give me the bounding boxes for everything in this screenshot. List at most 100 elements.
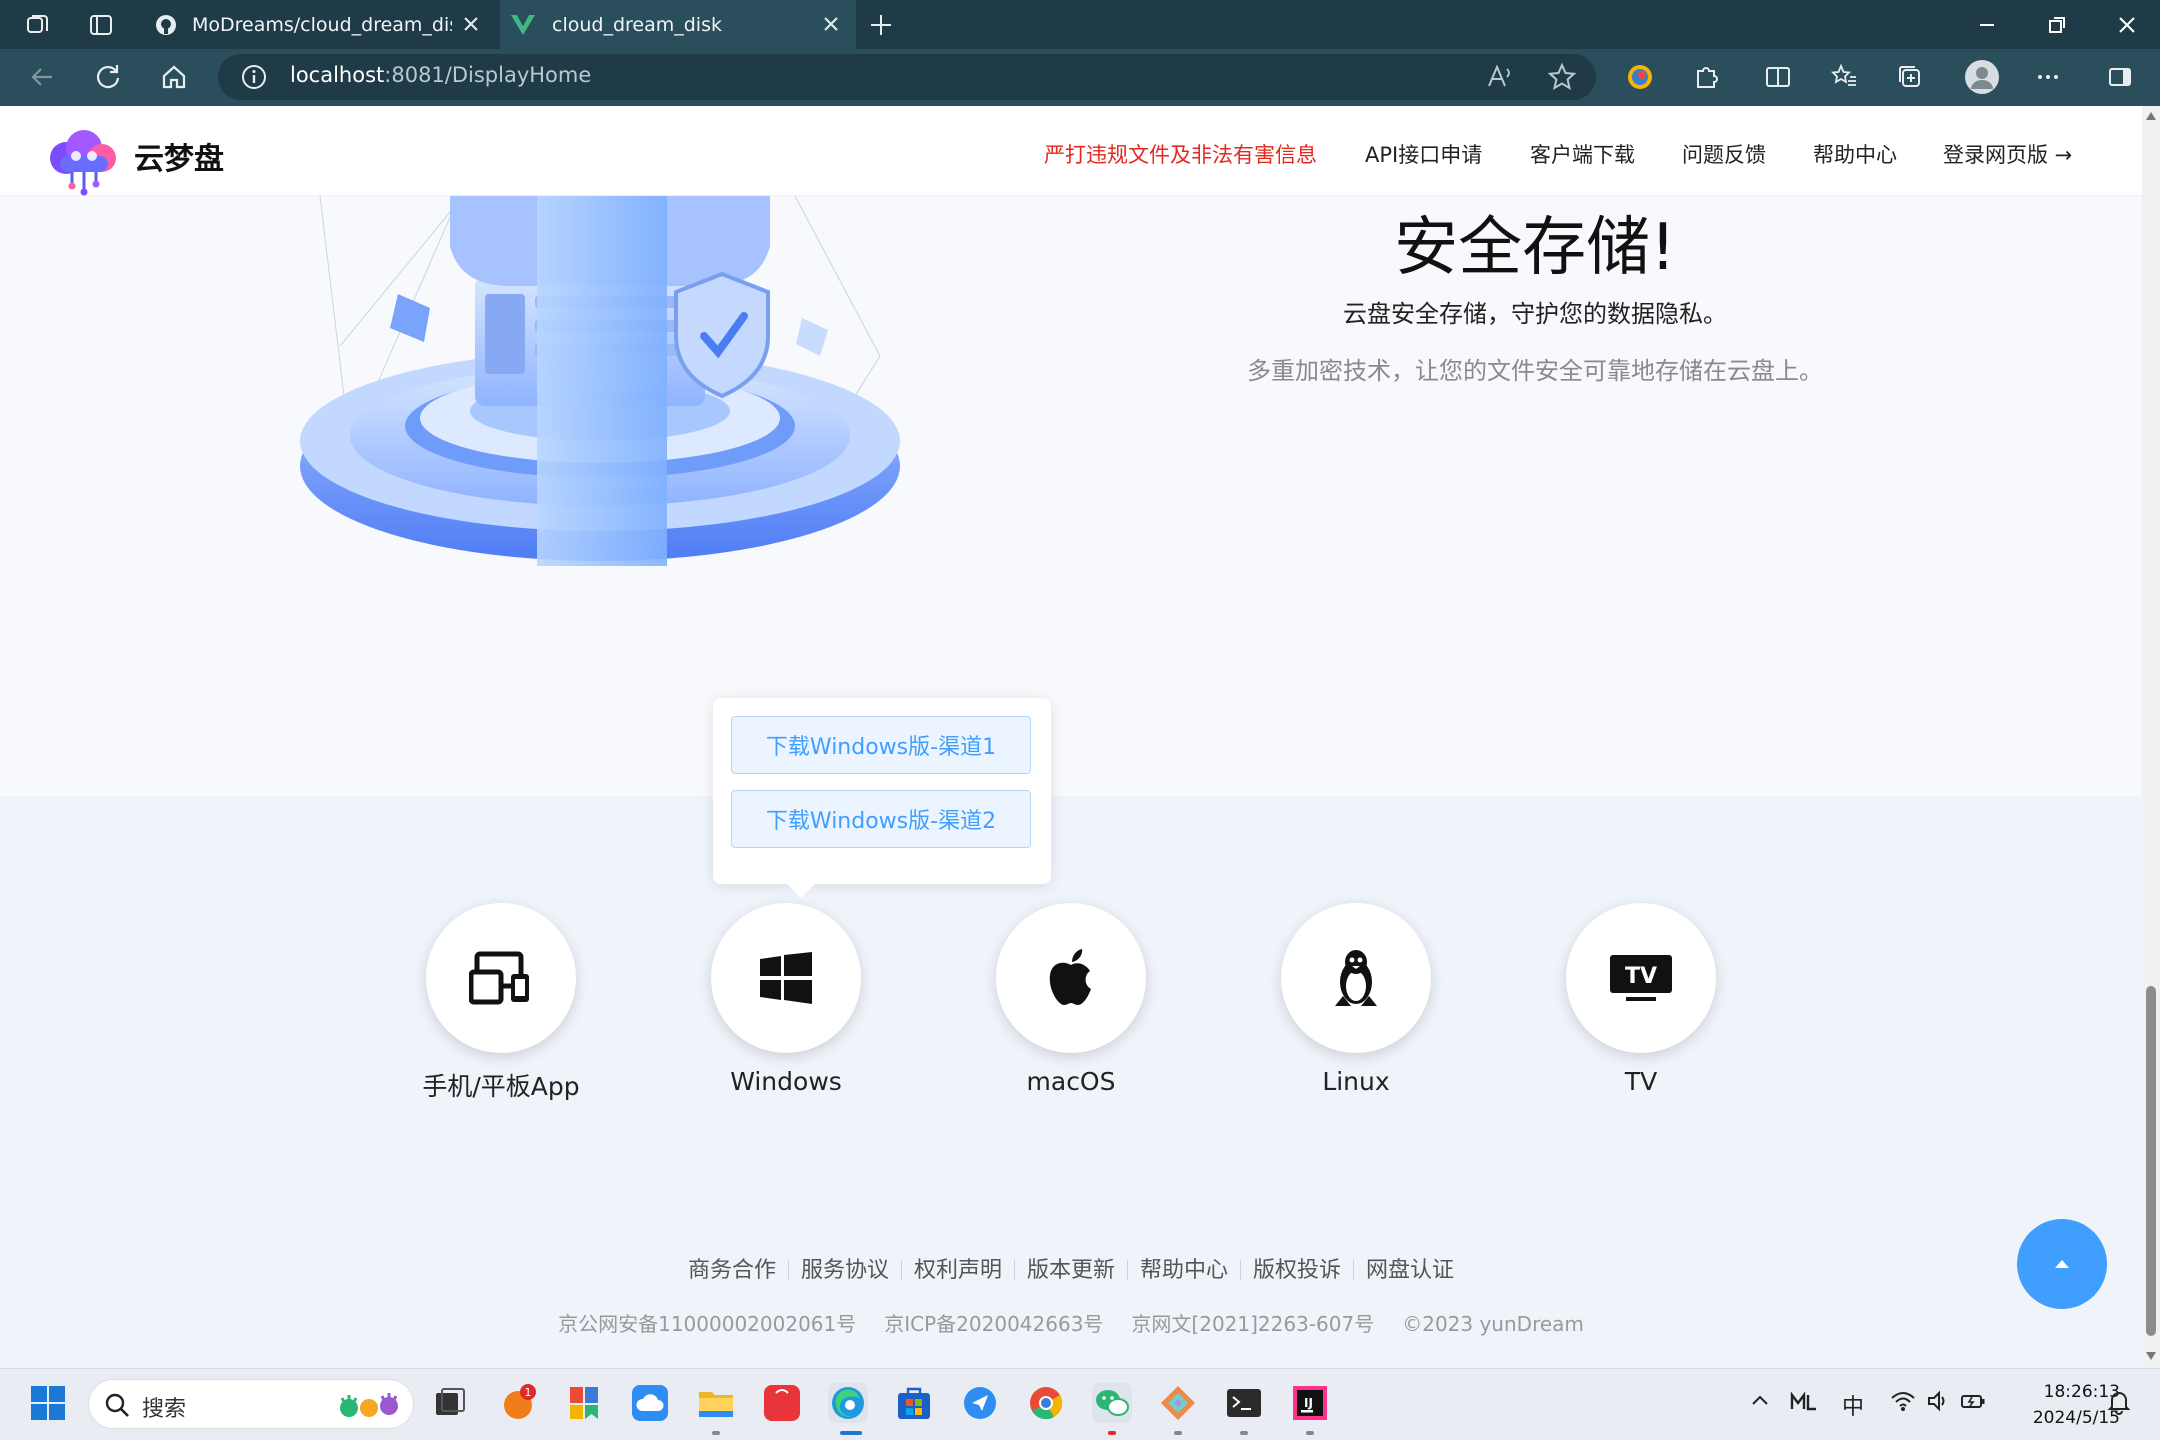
- platform-mobile-label: 手机/平板App: [422, 1072, 580, 1101]
- footer-link-copyright-complaint[interactable]: 版权投诉: [1253, 1258, 1341, 1283]
- split-screen-icon[interactable]: [1762, 61, 1794, 93]
- footer-link-service-agreement[interactable]: 服务协议: [801, 1258, 889, 1283]
- colorful-bookmark-app-icon[interactable]: [564, 1383, 604, 1423]
- home-icon[interactable]: [158, 61, 190, 93]
- footer-link-business[interactable]: 商务合作: [688, 1258, 776, 1283]
- task-view-icon[interactable]: [430, 1383, 470, 1423]
- terminal-icon[interactable]: [1224, 1383, 1264, 1423]
- chrome-icon[interactable]: [1026, 1383, 1066, 1423]
- back-to-top-button[interactable]: [2017, 1219, 2107, 1309]
- divider: [1127, 1260, 1128, 1280]
- volume-icon[interactable]: [1926, 1389, 1950, 1413]
- page-scrollbar[interactable]: [2142, 106, 2160, 1368]
- download-windows-channel-1-button[interactable]: 下载Windows版-渠道1: [731, 716, 1031, 774]
- collections-icon[interactable]: [1894, 61, 1926, 93]
- restore-icon[interactable]: [2042, 10, 2072, 40]
- back-icon[interactable]: [26, 61, 58, 93]
- site-header: 云梦盘 严打违规文件及非法有害信息 API接口申请 客户端下载 问题反馈 帮助中…: [0, 106, 2142, 196]
- new-tab-icon[interactable]: [866, 10, 896, 40]
- minimize-icon[interactable]: [1972, 10, 2002, 40]
- more-menu-icon[interactable]: [2032, 61, 2064, 93]
- platform-tv-button[interactable]: TV: [1566, 903, 1716, 1053]
- svg-text:IJ: IJ: [1304, 1396, 1313, 1410]
- download-windows-channel-2-button[interactable]: 下载Windows版-渠道2: [731, 790, 1031, 848]
- show-hidden-icons-chevron-icon[interactable]: [1748, 1389, 1772, 1413]
- microsoft-store-icon[interactable]: [894, 1383, 934, 1423]
- close-tab-icon[interactable]: [820, 13, 842, 35]
- orange-app-icon[interactable]: 1: [498, 1383, 538, 1423]
- platform-windows-button[interactable]: [711, 903, 861, 1053]
- running-indicator: [1174, 1431, 1182, 1435]
- footer-link-updates[interactable]: 版本更新: [1027, 1258, 1115, 1283]
- culture-license-number: 京网文[2021]2263-607号: [1131, 1312, 1375, 1336]
- platform-linux-label: Linux: [1322, 1067, 1390, 1096]
- taskbar-clock[interactable]: 18:26:13 2024/5/15: [2000, 1379, 2120, 1431]
- tab-github[interactable]: MoDreams/cloud_dream_disk: ·: [140, 0, 496, 49]
- hero-title: 安全存储!: [1394, 211, 1676, 285]
- footer-link-certification[interactable]: 网盘认证: [1366, 1258, 1454, 1283]
- scroll-down-arrow-icon[interactable]: [2146, 1352, 2156, 1360]
- nav-api-application[interactable]: API接口申请: [1365, 139, 1482, 169]
- footer-link-rights[interactable]: 权利声明: [914, 1258, 1002, 1283]
- scroll-up-arrow-icon[interactable]: [2146, 112, 2156, 120]
- favorite-star-icon[interactable]: [1546, 61, 1578, 93]
- divider: [787, 1260, 789, 1280]
- running-indicator: [1306, 1431, 1314, 1435]
- edge-browser-icon[interactable]: [828, 1383, 868, 1423]
- wifi-icon[interactable]: [1890, 1389, 1916, 1413]
- divider: [1240, 1260, 1242, 1280]
- battery-icon[interactable]: [1960, 1389, 1986, 1413]
- logo-text[interactable]: 云梦盘: [134, 134, 224, 178]
- file-explorer-icon[interactable]: [696, 1383, 736, 1423]
- url-text[interactable]: localhost:8081/DisplayHome: [290, 63, 591, 87]
- copyright-text: ©2023 yunDream: [1402, 1312, 1584, 1336]
- profile-avatar-icon[interactable]: [1964, 59, 2000, 95]
- notification-badge: 1: [525, 1386, 532, 1399]
- search-placeholder: 搜索: [142, 1397, 187, 1422]
- vue-icon: [510, 13, 536, 37]
- taskbar-search-box[interactable]: [88, 1379, 414, 1429]
- extensions-puzzle-icon[interactable]: [1690, 61, 1722, 93]
- nav-feedback[interactable]: 问题反馈: [1682, 139, 1766, 169]
- sidebar-toggle-icon[interactable]: [2104, 61, 2136, 93]
- ime-language-indicator[interactable]: 中: [1842, 1389, 1864, 1421]
- huawei-app-icon[interactable]: [762, 1383, 802, 1423]
- github-icon: [154, 13, 178, 37]
- nav-client-download[interactable]: 客户端下载: [1530, 139, 1635, 169]
- notification-bell-icon[interactable]: [2106, 1389, 2132, 1415]
- platform-macos-button[interactable]: [996, 903, 1146, 1053]
- apple-icon: [1046, 949, 1096, 1007]
- nav-help-center[interactable]: 帮助中心: [1813, 139, 1897, 169]
- scrollbar-thumb[interactable]: [2146, 986, 2156, 1336]
- platform-macos-label: macOS: [1026, 1067, 1116, 1096]
- police-record-number: 京公网安备11000002002061号: [558, 1312, 857, 1336]
- linux-tux-icon: [1331, 948, 1381, 1008]
- start-menu-icon[interactable]: [28, 1383, 68, 1423]
- tab-cloud-dream-disk[interactable]: cloud_dream_disk: [500, 0, 856, 49]
- refresh-icon[interactable]: [92, 61, 124, 93]
- tab-actions-icon[interactable]: [86, 10, 116, 40]
- workspaces-icon[interactable]: [22, 10, 52, 40]
- tab-title: MoDreams/cloud_dream_disk: ·: [192, 13, 452, 36]
- wechat-icon[interactable]: [1092, 1383, 1132, 1423]
- site-info-icon[interactable]: [238, 61, 270, 93]
- read-aloud-icon[interactable]: [1484, 61, 1516, 93]
- browser-extension-color-icon[interactable]: [1624, 61, 1656, 93]
- favorites-list-icon[interactable]: [1828, 61, 1860, 93]
- footer-link-help[interactable]: 帮助中心: [1140, 1258, 1228, 1283]
- window-close-icon[interactable]: [2112, 10, 2142, 40]
- nav-web-login[interactable]: 登录网页版 →: [1943, 139, 2072, 169]
- platform-windows-label: Windows: [730, 1067, 842, 1096]
- cloud-dream-logo-icon[interactable]: [42, 126, 122, 196]
- messenger-app-icon[interactable]: [960, 1383, 1000, 1423]
- git-client-icon[interactable]: [1158, 1383, 1198, 1423]
- close-tab-icon[interactable]: [460, 13, 482, 35]
- platform-mobile-button[interactable]: [426, 903, 576, 1053]
- ime-mode-icon[interactable]: [1790, 1389, 1818, 1413]
- nav-illegal-content-notice[interactable]: 严打违规文件及非法有害信息: [1044, 139, 1317, 169]
- cloud-drive-app-icon[interactable]: [630, 1383, 670, 1423]
- svg-text:TV: TV: [1625, 964, 1657, 989]
- search-highlight-hands-icon: [337, 1390, 403, 1420]
- intellij-idea-icon[interactable]: IJ: [1290, 1383, 1330, 1423]
- platform-linux-button[interactable]: [1281, 903, 1431, 1053]
